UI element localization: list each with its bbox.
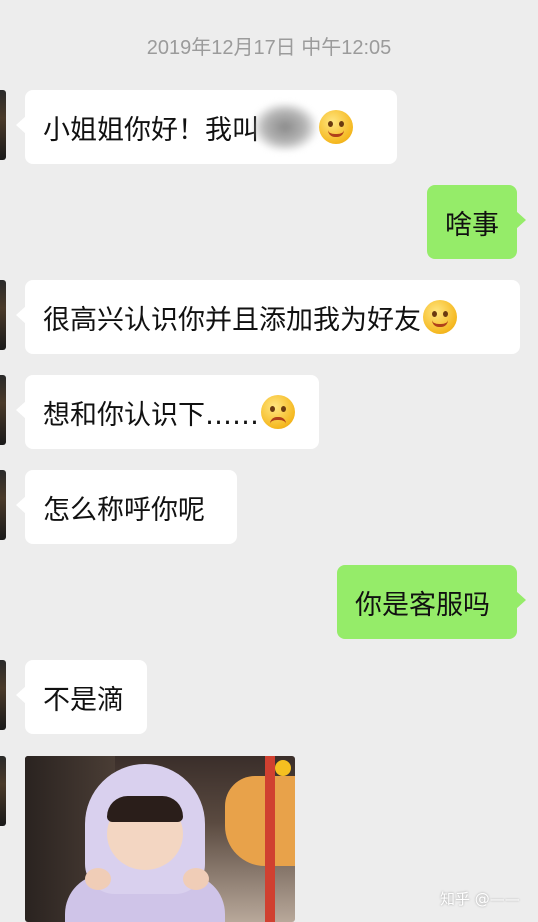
child-photo-message[interactable]: [25, 756, 295, 922]
contact-avatar[interactable]: [0, 756, 6, 826]
sad-emoji-icon: [261, 395, 295, 429]
watermark: 知乎 @——: [440, 890, 520, 908]
message-text: 怎么称呼你呢: [43, 494, 205, 526]
contact-avatar[interactable]: [0, 470, 6, 540]
message-bubble-outgoing[interactable]: 你是客服吗: [337, 565, 526, 639]
contact-avatar[interactable]: [0, 660, 6, 730]
message-bubble-incoming[interactable]: 怎么称呼你呢: [16, 470, 237, 544]
message-bubble-incoming[interactable]: 不是滴: [16, 660, 147, 734]
message-bubble-incoming[interactable]: 很高兴认识你并且添加我为好友: [16, 280, 520, 354]
message-text: 你是客服吗: [355, 589, 490, 621]
message-bubble-incoming[interactable]: 想和你认识下……: [16, 375, 319, 449]
photo-child-hand: [183, 868, 209, 890]
photo-slide: [225, 776, 295, 866]
photo-sticker-icon: [275, 760, 291, 776]
message-text: 啥事: [445, 209, 499, 241]
wink-tongue-emoji-icon: [319, 110, 353, 144]
photo-child-hand: [85, 868, 111, 890]
contact-avatar[interactable]: [0, 90, 6, 160]
chat-timestamp: 2019年12月17日 中午12:05: [146, 37, 392, 59]
photo-post: [265, 756, 275, 922]
message-text: 很高兴认识你并且添加我为好友: [43, 304, 421, 336]
message-text: 不是滴: [43, 684, 124, 716]
smile-emoji-icon: [423, 300, 457, 334]
message-bubble-incoming[interactable]: 小姐姐你好！我叫: [16, 90, 397, 164]
message-text: 想和你认识下……: [43, 399, 259, 431]
photo-child-hair: [107, 796, 183, 822]
contact-avatar[interactable]: [0, 375, 6, 445]
blurred-name: [253, 103, 317, 151]
message-bubble-outgoing[interactable]: 啥事: [427, 185, 526, 259]
contact-avatar[interactable]: [0, 280, 6, 350]
message-text: 小姐姐你好！我叫: [43, 114, 259, 146]
